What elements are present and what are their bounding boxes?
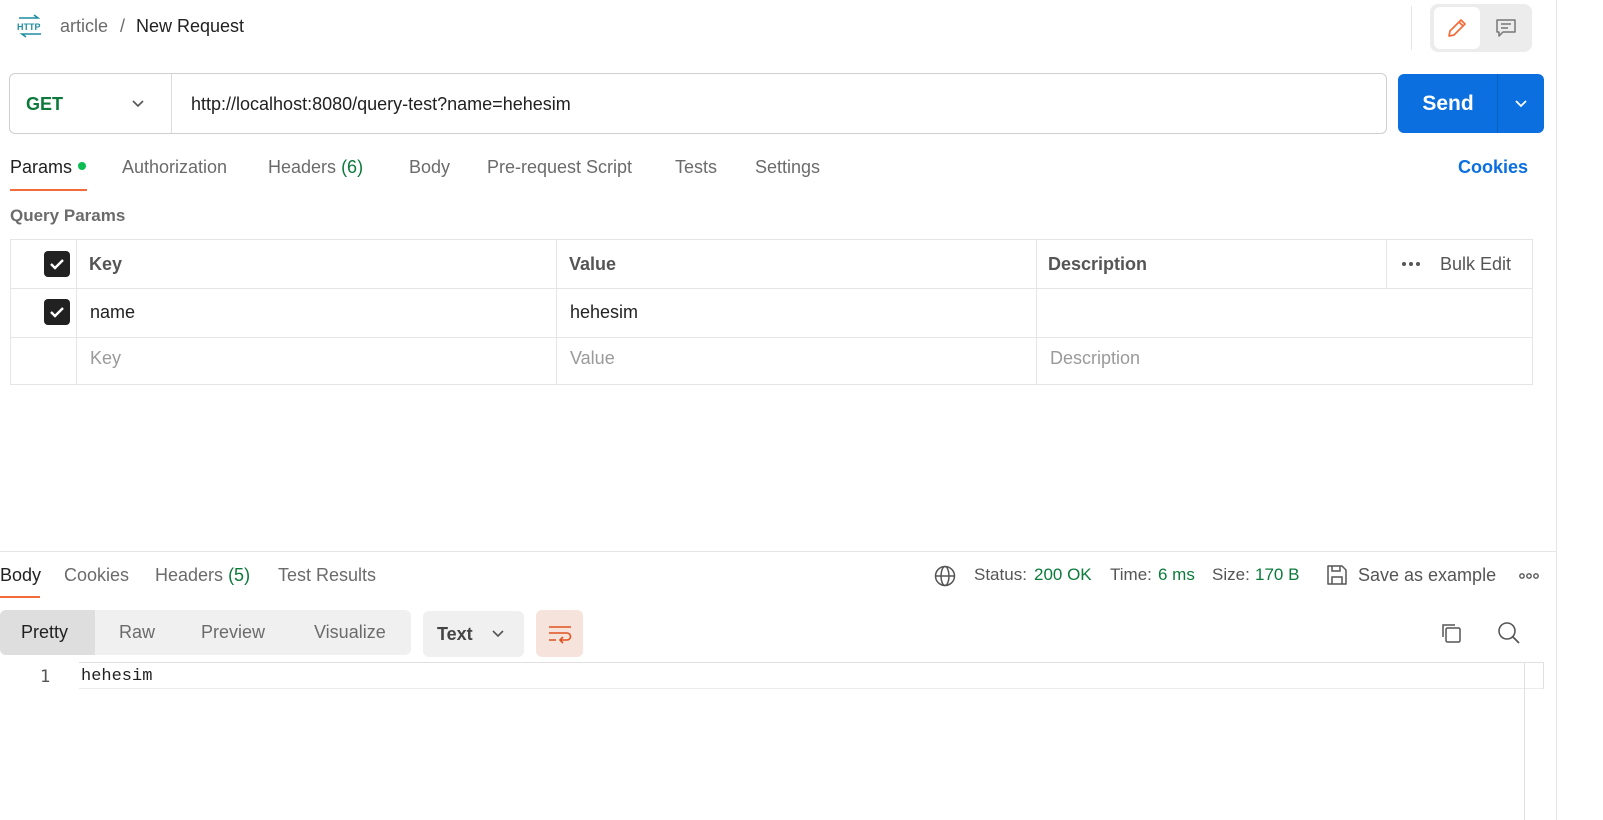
response-pane-divider[interactable] bbox=[0, 551, 1556, 552]
column-value: Value bbox=[569, 254, 617, 274]
search-icon[interactable] bbox=[1497, 621, 1521, 645]
chevron-down-icon[interactable] bbox=[130, 96, 146, 112]
chevron-down-icon bbox=[492, 630, 504, 638]
table-col-divider bbox=[556, 239, 557, 385]
size-label: Size: bbox=[1212, 565, 1250, 584]
size-value[interactable]: 170 B bbox=[1255, 565, 1299, 585]
status-label: Status: bbox=[974, 565, 1027, 584]
tab-pre-request-script[interactable]: Pre-request Script bbox=[487, 157, 632, 178]
response-tab-body[interactable]: Body bbox=[0, 565, 41, 586]
select-all-checkbox[interactable] bbox=[44, 251, 70, 277]
breadcrumb-separator: / bbox=[120, 16, 126, 36]
cookies-link[interactable]: Cookies bbox=[1458, 157, 1528, 178]
code-line-highlight bbox=[79, 688, 1544, 689]
more-options-icon[interactable] bbox=[1400, 256, 1422, 272]
tab-settings[interactable]: Settings bbox=[755, 157, 820, 178]
tab-tests[interactable]: Tests bbox=[675, 157, 717, 178]
param-value[interactable]: hehesim bbox=[570, 302, 638, 323]
bulk-edit-button[interactable]: Bulk Edit bbox=[1440, 254, 1511, 275]
time-value[interactable]: 6 ms bbox=[1158, 565, 1195, 585]
format-visualize[interactable]: Visualize bbox=[314, 622, 386, 643]
tab-params[interactable]: Params bbox=[10, 157, 87, 178]
header-divider bbox=[1411, 6, 1412, 50]
globe-icon[interactable] bbox=[933, 564, 957, 588]
edit-mode-button[interactable] bbox=[1434, 7, 1480, 49]
save-icon[interactable] bbox=[1326, 563, 1348, 587]
pencil-icon bbox=[1448, 19, 1466, 37]
status-value[interactable]: 200 OK bbox=[1034, 565, 1092, 585]
response-tab-indicator bbox=[0, 596, 40, 598]
tab-headers[interactable]: Headers (6) bbox=[268, 157, 363, 178]
url-separator bbox=[171, 74, 172, 133]
tab-active-indicator bbox=[10, 189, 87, 191]
column-description: Description bbox=[1048, 254, 1148, 274]
check-icon bbox=[50, 307, 64, 318]
breadcrumb-collection[interactable]: article bbox=[60, 16, 108, 37]
url-input[interactable]: http://localhost:8080/query-test?name=he… bbox=[191, 94, 571, 115]
new-value-input[interactable]: Value bbox=[570, 348, 615, 369]
format-pretty[interactable]: Pretty bbox=[21, 622, 68, 643]
copy-icon[interactable] bbox=[1440, 622, 1462, 644]
query-params-title: Query Params bbox=[10, 206, 126, 225]
more-options-icon[interactable] bbox=[1518, 569, 1540, 583]
response-tab-cookies[interactable]: Cookies bbox=[64, 565, 129, 586]
comment-icon bbox=[1496, 19, 1516, 37]
send-button[interactable]: Send bbox=[1398, 74, 1498, 133]
format-preview[interactable]: Preview bbox=[201, 622, 265, 643]
query-params-table bbox=[10, 239, 1533, 385]
request-title[interactable]: New Request bbox=[136, 16, 244, 37]
line-number: 1 bbox=[40, 667, 51, 687]
method-select[interactable]: GET bbox=[26, 94, 63, 115]
code-editor-border bbox=[1543, 662, 1544, 689]
wrap-lines-icon bbox=[548, 625, 571, 644]
response-tab-headers[interactable]: Headers (5) bbox=[155, 565, 250, 586]
table-col-divider bbox=[1036, 239, 1037, 385]
param-row-checkbox[interactable] bbox=[44, 299, 70, 325]
check-icon bbox=[50, 259, 64, 270]
sidebar-divider bbox=[1556, 0, 1557, 820]
new-description-input[interactable]: Description bbox=[1050, 348, 1140, 369]
tab-authorization[interactable]: Authorization bbox=[122, 157, 227, 178]
code-scrollbar-track[interactable] bbox=[1524, 662, 1525, 820]
chevron-down-icon bbox=[1515, 99, 1527, 107]
time-label: Time: bbox=[1110, 565, 1152, 584]
format-raw[interactable]: Raw bbox=[119, 622, 155, 643]
code-editor-border bbox=[79, 662, 1544, 663]
table-row-divider bbox=[10, 337, 1533, 338]
language-label: Text bbox=[437, 624, 473, 644]
new-key-input[interactable]: Key bbox=[90, 348, 121, 369]
send-options-button[interactable] bbox=[1498, 74, 1544, 133]
http-icon: HTTP bbox=[17, 14, 41, 38]
response-body-line[interactable]: hehesim bbox=[81, 667, 152, 686]
table-col-divider bbox=[1386, 239, 1387, 288]
response-tab-test-results[interactable]: Test Results bbox=[278, 565, 376, 586]
table-col-divider bbox=[76, 239, 77, 385]
tab-body[interactable]: Body bbox=[409, 157, 450, 178]
column-key: Key bbox=[89, 254, 123, 274]
table-row-divider bbox=[10, 288, 1533, 289]
svg-text:HTTP: HTTP bbox=[17, 22, 41, 32]
word-wrap-button[interactable] bbox=[536, 610, 583, 657]
params-active-dot bbox=[78, 162, 87, 171]
param-key[interactable]: name bbox=[90, 302, 135, 323]
save-as-example-button[interactable]: Save as example bbox=[1358, 565, 1496, 586]
comments-button[interactable] bbox=[1484, 7, 1528, 49]
